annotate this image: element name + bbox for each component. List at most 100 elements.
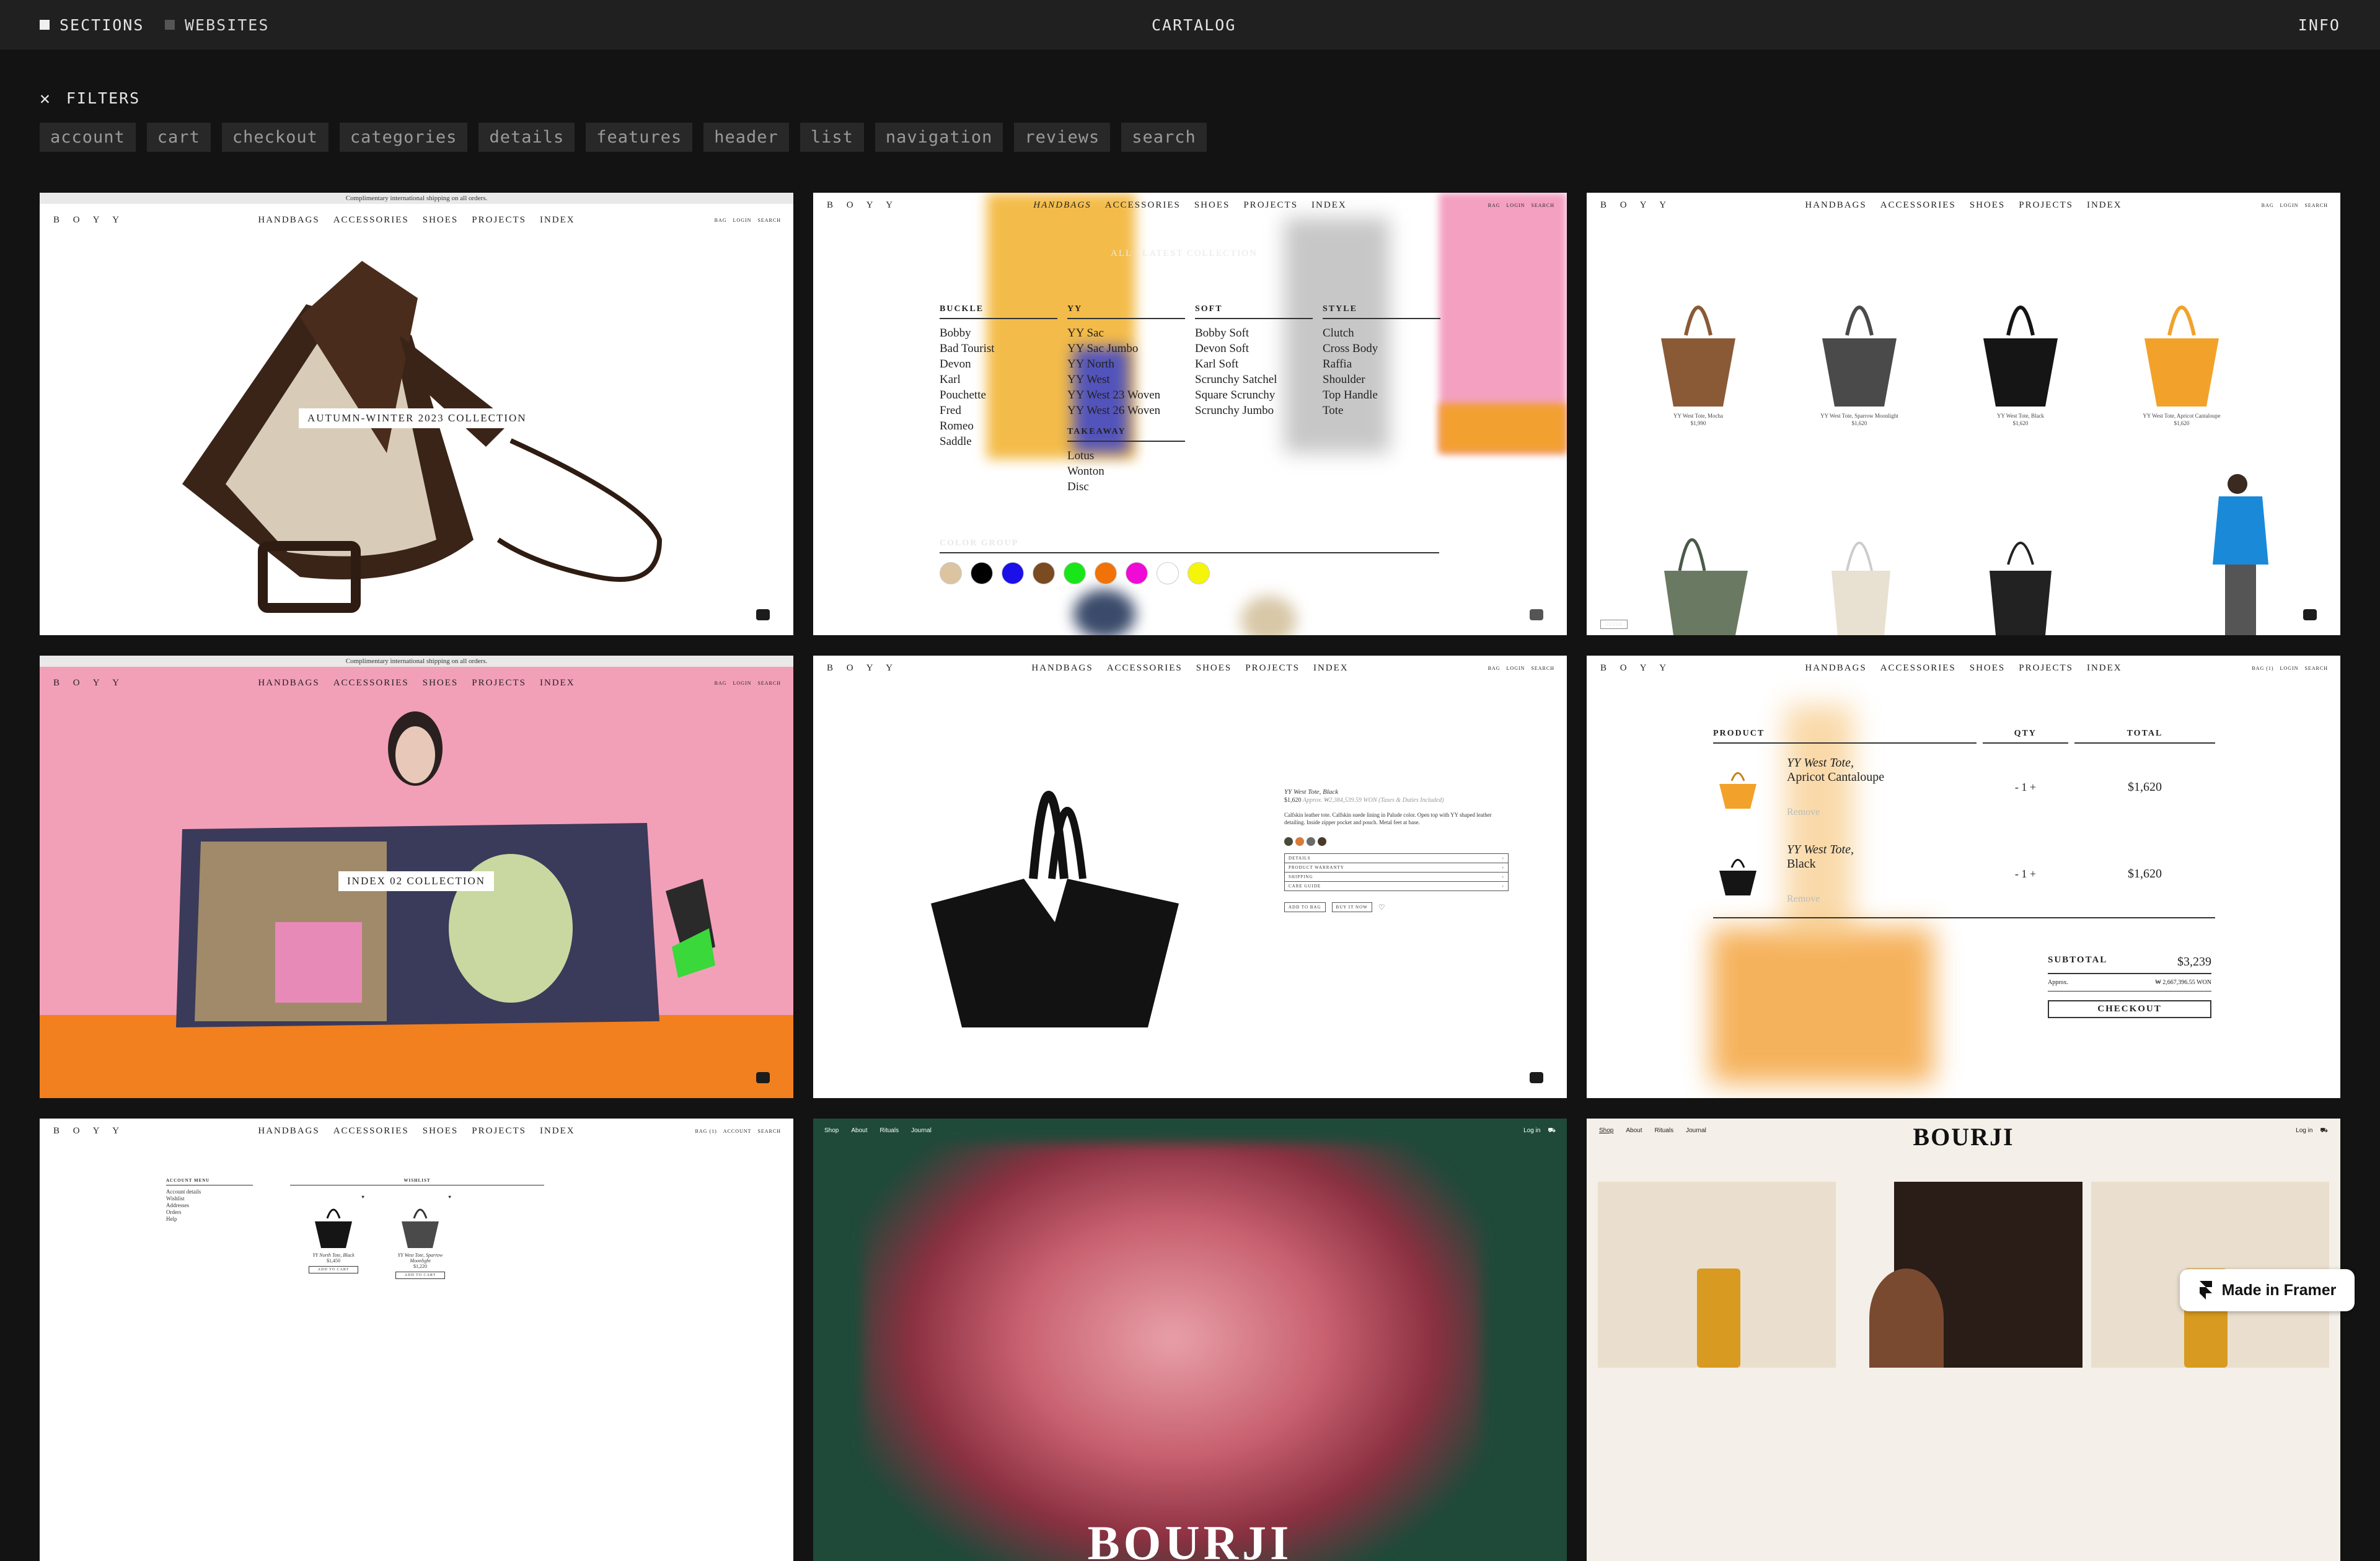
- nav-about[interactable]: About: [851, 1127, 867, 1134]
- info-link[interactable]: INFO: [2298, 16, 2340, 34]
- menu-item[interactable]: Square Scrunchy: [1195, 387, 1313, 403]
- heart-filled-icon[interactable]: ♥: [302, 1194, 364, 1200]
- menu-item[interactable]: Raffia: [1323, 356, 1440, 372]
- screenshot-card-boyy-menu[interactable]: B O Y Y HANDBAGS ACCESSORIES SHOES PROJE…: [813, 193, 1567, 635]
- cart-icon[interactable]: ⛟: [2320, 1127, 2328, 1135]
- filter-chip-checkout[interactable]: checkout: [221, 123, 328, 152]
- menu-item[interactable]: Pouchette: [940, 387, 1057, 403]
- add-to-cart-button[interactable]: ADD TO CART: [395, 1272, 445, 1279]
- menu-item[interactable]: YY Sac: [1067, 325, 1185, 341]
- product-tile[interactable]: [1598, 1182, 1836, 1368]
- account-menu-item[interactable]: Orders: [166, 1209, 253, 1216]
- screenshot-card-boyy-wishlist[interactable]: B O Y Y HANDBAGS ACCESSORIES SHOES PROJE…: [40, 1119, 793, 1561]
- color-swatch[interactable]: [1295, 837, 1304, 846]
- menu-item[interactable]: Wonton: [1067, 464, 1185, 479]
- made-in-framer-badge[interactable]: Made in Framer: [2180, 1269, 2355, 1311]
- menu-item[interactable]: Fred: [940, 403, 1057, 418]
- filter-chip-account[interactable]: account: [40, 123, 136, 152]
- menu-item[interactable]: Bobby Soft: [1195, 325, 1313, 341]
- account-menu-item[interactable]: Account details: [166, 1189, 253, 1195]
- account-menu-item[interactable]: Addresses: [166, 1202, 253, 1209]
- accordion-details[interactable]: DETAILS ›: [1285, 854, 1508, 863]
- color-swatch[interactable]: [1126, 562, 1148, 584]
- product-card[interactable]: YY West Tote, Sparrow Moonlight $1,620: [1810, 279, 1909, 427]
- filter-chip-details[interactable]: details: [478, 123, 575, 152]
- filter-chip-cart[interactable]: cart: [146, 123, 211, 152]
- accordion-warranty[interactable]: PRODUCT WARRANTY ›: [1285, 863, 1508, 873]
- site-title[interactable]: CARTALOG: [1152, 16, 1236, 34]
- product-card[interactable]: YY West Tote, Apricot Cantaloupe $1,620: [2132, 279, 2231, 427]
- tab-all[interactable]: ALL: [1111, 248, 1132, 259]
- screenshot-card-boyy-hero[interactable]: Complimentary international shipping on …: [40, 193, 793, 635]
- menu-item[interactable]: Lotus: [1067, 448, 1185, 464]
- menu-item[interactable]: YY Sac Jumbo: [1067, 341, 1185, 356]
- screenshot-card-bourji-shop[interactable]: Shop About Rituals Journal BOURJI Log in…: [1587, 1119, 2340, 1561]
- menu-item[interactable]: Bobby: [940, 325, 1057, 341]
- nav-journal[interactable]: Journal: [911, 1127, 932, 1134]
- color-swatch[interactable]: [940, 562, 962, 584]
- remove-link[interactable]: Remove: [1787, 894, 1820, 905]
- heart-icon[interactable]: ♡: [1378, 903, 1385, 912]
- menu-item[interactable]: Scrunchy Satchel: [1195, 372, 1313, 387]
- menu-item[interactable]: Disc: [1067, 479, 1185, 495]
- color-swatch[interactable]: [1033, 562, 1055, 584]
- account-menu-item[interactable]: Help: [166, 1216, 253, 1223]
- remove-link[interactable]: Remove: [1787, 807, 1820, 818]
- screenshot-card-bourji-hero[interactable]: Shop About Rituals Journal Log in ⛟ BOUR…: [813, 1119, 1567, 1561]
- heart-filled-icon[interactable]: ♥: [389, 1194, 451, 1200]
- login-link[interactable]: Log in: [1523, 1127, 1540, 1135]
- tab-latest-collection[interactable]: LATEST COLLECTION: [1142, 248, 1258, 259]
- color-swatch[interactable]: [1095, 562, 1117, 584]
- nav-shop[interactable]: Shop: [824, 1127, 839, 1134]
- menu-item[interactable]: Devon: [940, 356, 1057, 372]
- cart-icon[interactable]: ⛟: [1548, 1127, 1556, 1135]
- menu-item[interactable]: Scrunchy Jumbo: [1195, 403, 1313, 418]
- add-to-bag-button[interactable]: ADD TO BAG: [1284, 902, 1326, 912]
- buy-now-button[interactable]: BUY IT NOW: [1331, 902, 1372, 912]
- menu-item[interactable]: YY West 23 Woven: [1067, 387, 1185, 403]
- menu-item[interactable]: YY West: [1067, 372, 1185, 387]
- color-swatch[interactable]: [1188, 562, 1210, 584]
- menu-item[interactable]: Karl: [940, 372, 1057, 387]
- product-card[interactable]: YY West Tote, Mocha $1,990: [1649, 279, 1748, 427]
- filter-chip-features[interactable]: features: [586, 123, 693, 152]
- filter-chip-reviews[interactable]: reviews: [1014, 123, 1111, 152]
- menu-item[interactable]: Devon Soft: [1195, 341, 1313, 356]
- product-tile[interactable]: [1844, 1182, 2082, 1368]
- checkout-button[interactable]: CHECKOUT: [2048, 1000, 2211, 1018]
- color-swatch[interactable]: [1064, 562, 1086, 584]
- sections-nav[interactable]: SECTIONS: [40, 16, 144, 34]
- color-swatch[interactable]: [1284, 837, 1293, 846]
- color-swatch[interactable]: [1318, 837, 1326, 846]
- qty-stepper[interactable]: - 1 +: [1983, 781, 2068, 794]
- filter-chip-navigation[interactable]: navigation: [875, 123, 1003, 152]
- menu-item[interactable]: Romeo: [940, 418, 1057, 434]
- product-card[interactable]: YY West Tote, Black $1,620: [1971, 279, 2070, 427]
- accordion-shipping[interactable]: SHIPPING ›: [1285, 873, 1508, 882]
- menu-item[interactable]: Shoulder: [1323, 372, 1440, 387]
- menu-item[interactable]: YY West 26 Woven: [1067, 403, 1185, 418]
- nav-rituals[interactable]: Rituals: [880, 1127, 899, 1134]
- accordion-care[interactable]: CARE GUIDE ›: [1285, 882, 1508, 890]
- websites-nav[interactable]: WEBSITES: [165, 16, 269, 34]
- qty-stepper[interactable]: - 1 +: [1983, 868, 2068, 881]
- filter-chip-search[interactable]: search: [1121, 123, 1207, 152]
- menu-item[interactable]: Clutch: [1323, 325, 1440, 341]
- bourji-logo[interactable]: BOURJI: [1587, 1122, 2340, 1151]
- color-swatch[interactable]: [1307, 837, 1315, 846]
- screenshot-card-boyy-index02[interactable]: Complimentary international shipping on …: [40, 656, 793, 1098]
- menu-item[interactable]: Bad Tourist: [940, 341, 1057, 356]
- menu-item[interactable]: Top Handle: [1323, 387, 1440, 403]
- login-link[interactable]: Log in: [2296, 1127, 2312, 1135]
- screenshot-card-boyy-cart[interactable]: B O Y Y HANDBAGS ACCESSORIES SHOES PROJE…: [1587, 656, 2340, 1098]
- color-swatch[interactable]: [1157, 562, 1179, 584]
- add-to-cart-button[interactable]: ADD TO CART: [309, 1266, 358, 1273]
- filter-button[interactable]: FILTER: [1600, 620, 1628, 629]
- color-swatch[interactable]: [1002, 562, 1024, 584]
- account-menu-item[interactable]: Wishlist: [166, 1195, 253, 1202]
- filter-chip-categories[interactable]: categories: [339, 123, 468, 152]
- menu-item[interactable]: Karl Soft: [1195, 356, 1313, 372]
- screenshot-card-boyy-product-grid[interactable]: B O Y Y HANDBAGS ACCESSORIES SHOES PROJE…: [1587, 193, 2340, 635]
- menu-item[interactable]: Tote: [1323, 403, 1440, 418]
- color-swatch[interactable]: [971, 562, 993, 584]
